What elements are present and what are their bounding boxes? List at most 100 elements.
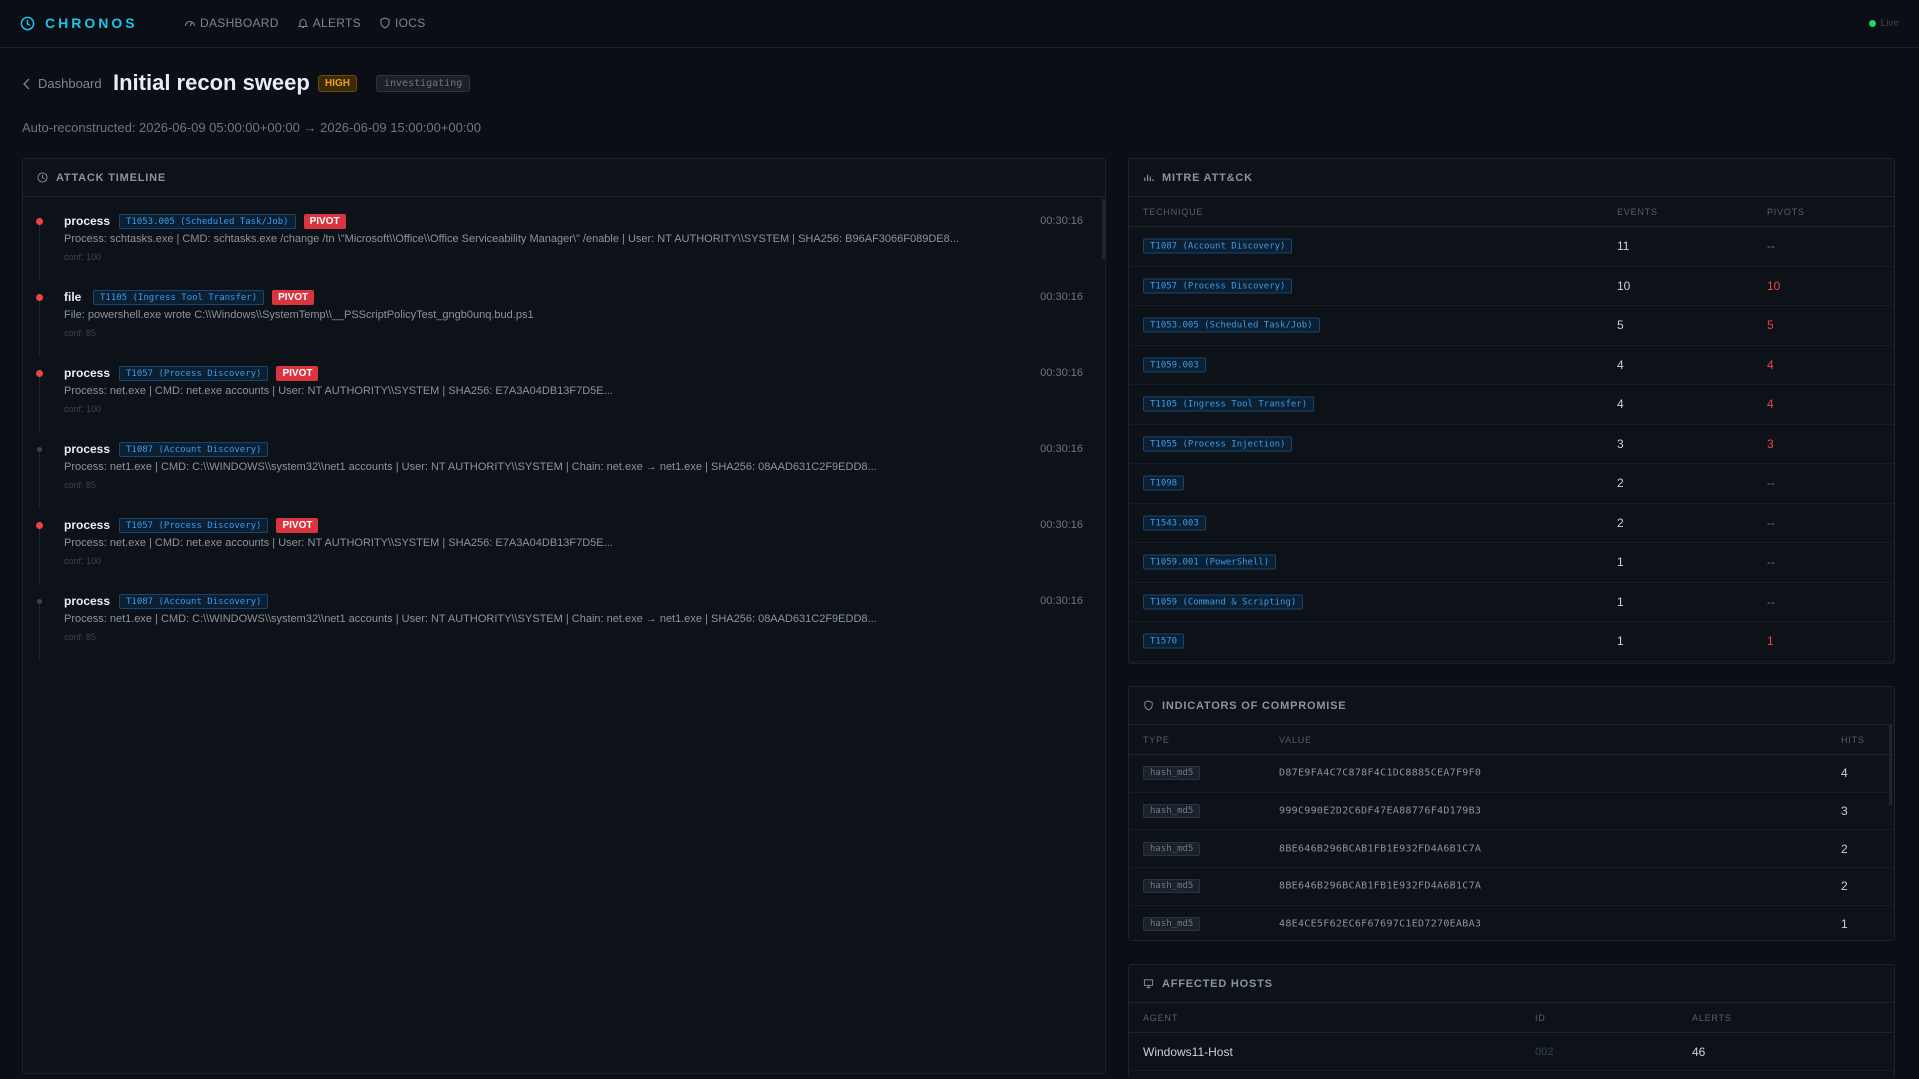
technique-tag[interactable]: T1087 (Account Discovery) (119, 442, 269, 457)
nav-dashboard[interactable]: DASHBOARD (184, 16, 279, 30)
event-tags: T1105 (Ingress Tool Transfer) PIVOT (93, 290, 315, 305)
technique-tag[interactable]: T1570 (1143, 633, 1185, 649)
event-timestamp: 00:30:16 (1040, 291, 1083, 303)
technique-tag[interactable]: T1053.005 (Scheduled Task/Job) (119, 214, 296, 229)
technique-tag[interactable]: T1057 (Process Discovery) (1143, 278, 1293, 294)
technique-tag[interactable]: T1105 (Ingress Tool Transfer) (93, 290, 265, 305)
table-row[interactable]: T1098 2 -- (1129, 464, 1894, 504)
mitre-header: MITRE ATT&CK (1129, 159, 1894, 197)
ioc-type-tag: hash_md5 (1143, 766, 1201, 781)
nav-links: DASHBOARD ALERTS IOCS (184, 16, 426, 30)
technique-tag[interactable]: T1053.005 (Scheduled Task/Job) (1143, 317, 1320, 333)
timeline-connector (39, 221, 40, 281)
bar-chart-icon (1144, 174, 1154, 182)
table-row[interactable]: T1087 (Account Discovery) 11 -- (1129, 227, 1894, 267)
technique-tag[interactable]: T1057 (Process Discovery) (119, 366, 269, 381)
table-row[interactable]: hash_md5 8BE646B296BCAB1FB1E932FD4A6B1C7A… (1129, 830, 1894, 869)
event-confidence: conf: 85 (64, 480, 97, 490)
table-row[interactable]: T1057 (Process Discovery) 10 10 (1129, 267, 1894, 306)
hosts-header: AFFECTED HOSTS (1129, 965, 1894, 1003)
shield-icon (380, 17, 390, 29)
event-dot-icon (37, 447, 42, 452)
timeline-event[interactable]: process T1057 (Process Discovery) PIVOT 00:… (23, 517, 1103, 593)
event-type: process (64, 214, 111, 228)
attack-timeline-header: ATTACK TIMELINE (23, 159, 1105, 197)
attack-timeline-title: ATTACK TIMELINE (56, 171, 166, 184)
attack-timeline-panel: ATTACK TIMELINE process T1053.005 (Schedu… (22, 158, 1106, 1074)
table-row[interactable]: T1053.005 (Scheduled Task/Job) 5 5 (1129, 306, 1894, 346)
table-row[interactable]: hash_md5 8BE646B296BCAB1FB1E932FD4A6B1C7A… (1129, 868, 1894, 906)
nav-alerts[interactable]: ALERTS (297, 16, 361, 30)
ioc-type-tag: hash_md5 (1143, 804, 1201, 819)
event-type: process (64, 442, 111, 456)
table-row[interactable]: hash_md5 999C990E2D2C6DF47EA88776F4D179B3… (1129, 793, 1894, 831)
col-events: EVENTS (1617, 206, 1658, 217)
nav-iocs-label: IOCS (394, 16, 426, 30)
hosts-title: AFFECTED HOSTS (1162, 977, 1273, 990)
pivot-dot-icon (36, 522, 43, 529)
technique-tag[interactable]: T1057 (Process Discovery) (119, 518, 269, 533)
nav-alerts-label: ALERTS (312, 16, 361, 30)
brand-logo[interactable]: CHRONOS (20, 15, 138, 31)
back-to-dashboard-link[interactable]: Dashboard (22, 76, 102, 91)
pivot-dot-icon (36, 370, 43, 377)
mitre-title: MITRE ATT&CK (1162, 171, 1253, 184)
col-id: ID (1535, 1012, 1546, 1023)
timeline-event[interactable]: process T1087 (Account Discovery) 00:30:16… (23, 441, 1103, 517)
table-row[interactable]: T1055 (Process Injection) 3 3 (1129, 425, 1894, 464)
technique-tag[interactable]: T1059 (Command & Scripting) (1143, 594, 1304, 610)
event-dot-icon (37, 599, 42, 604)
table-row[interactable]: T1059.001 (PowerShell) 1 -- (1129, 543, 1894, 583)
timeline-connector (39, 525, 40, 585)
technique-tag[interactable]: T1087 (Account Discovery) (1143, 238, 1293, 254)
pivots-count: 4 (1767, 357, 1774, 372)
events-count: 10 (1617, 278, 1631, 293)
timeline-event[interactable]: process T1087 (Account Discovery) 00:30:16… (23, 593, 1103, 669)
host-agent[interactable]: Windows11-Host (1143, 1045, 1233, 1059)
col-value: VALUE (1279, 734, 1312, 745)
status-badge[interactable]: investigating (376, 75, 471, 92)
table-row[interactable]: T1570 1 1 (1129, 622, 1894, 662)
table-row[interactable]: Windows11-Host 002 46 (1129, 1033, 1894, 1071)
events-count: 1 (1617, 555, 1624, 570)
table-row[interactable]: hash_md5 48E4CE5F62EC6F67697C1ED7270EABA3… (1129, 906, 1894, 940)
iocs-table-header: TYPE VALUE HITS (1129, 725, 1894, 755)
ioc-type-tag: hash_md5 (1143, 917, 1201, 932)
events-count: 2 (1617, 476, 1624, 491)
table-row[interactable]: T1543.003 2 -- (1129, 504, 1894, 543)
ioc-value[interactable]: 8BE646B296BCAB1FB1E932FD4A6B1C7A (1279, 843, 1481, 854)
technique-tag[interactable]: T1059.003 (1143, 357, 1206, 373)
host-id: 002 (1535, 1045, 1554, 1058)
ioc-value[interactable]: 8BE646B296BCAB1FB1E932FD4A6B1C7A (1279, 881, 1481, 892)
event-timestamp: 00:30:16 (1040, 595, 1083, 607)
table-row[interactable]: T1059 (Command & Scripting) 1 -- (1129, 583, 1894, 622)
col-hits: HITS (1841, 734, 1865, 745)
ioc-value[interactable]: 999C990E2D2C6DF47EA88776F4D179B3 (1279, 806, 1481, 817)
dashboard-icon (184, 20, 196, 27)
timeline-event[interactable]: process T1057 (Process Discovery) PIVOT 00:… (23, 365, 1103, 441)
event-type: process (64, 518, 111, 532)
technique-tag[interactable]: T1055 (Process Injection) (1143, 436, 1293, 452)
technique-tag[interactable]: T1098 (1143, 475, 1185, 491)
event-timestamp: 00:30:16 (1040, 519, 1083, 531)
ioc-value[interactable]: 48E4CE5F62EC6F67697C1ED7270EABA3 (1279, 919, 1481, 930)
event-tags: T1053.005 (Scheduled Task/Job) PIVOT (119, 214, 346, 229)
pivot-badge: PIVOT (276, 518, 319, 533)
table-row[interactable]: T1059.003 4 4 (1129, 346, 1894, 385)
iocs-header: INDICATORS OF COMPROMISE (1129, 687, 1894, 725)
technique-tag[interactable]: T1087 (Account Discovery) (119, 594, 269, 609)
event-timestamp: 00:30:16 (1040, 443, 1083, 455)
table-row[interactable]: hash_md5 D87E9FA4C7C878F4C1DC8885CEA7F9F0… (1129, 755, 1894, 793)
nav-iocs[interactable]: IOCS (379, 16, 426, 30)
timeline-event[interactable]: process T1053.005 (Scheduled Task/Job) PIV… (23, 213, 1103, 289)
events-count: 2 (1617, 515, 1624, 530)
technique-tag[interactable]: T1543.003 (1143, 515, 1206, 531)
table-row[interactable]: T1105 (Ingress Tool Transfer) 4 4 (1129, 385, 1894, 425)
shield-icon (1144, 700, 1153, 711)
ioc-value[interactable]: D87E9FA4C7C878F4C1DC8885CEA7F9F0 (1279, 768, 1481, 779)
event-type: process (64, 366, 111, 380)
technique-tag[interactable]: T1105 (Ingress Tool Transfer) (1143, 396, 1315, 412)
timeline-event[interactable]: file T1105 (Ingress Tool Transfer) PIVOT 00… (23, 289, 1103, 365)
technique-tag[interactable]: T1059.001 (PowerShell) (1143, 554, 1277, 570)
ioc-hits: 2 (1841, 879, 1848, 894)
